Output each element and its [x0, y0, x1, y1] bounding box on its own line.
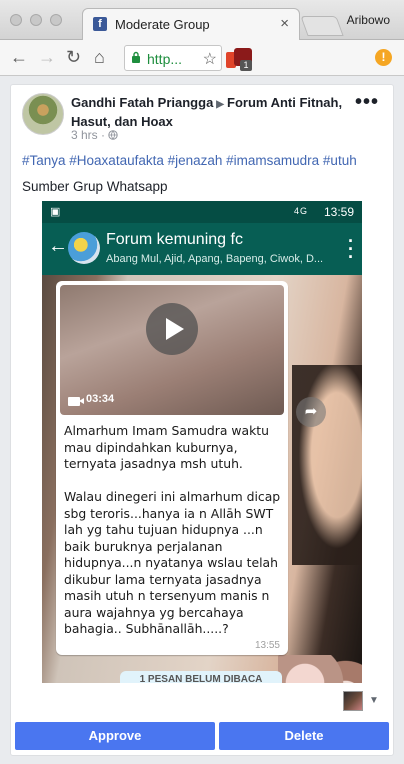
author-name[interactable]: Gandhi Fatah Priangga: [71, 95, 213, 110]
minimize-window-button[interactable]: [30, 14, 42, 26]
message-time: 13:55: [254, 640, 280, 651]
network-indicator: 4G: [293, 206, 308, 216]
unread-banner: 1 PESAN BELUM DIBACA: [120, 671, 282, 683]
extension-badge: 1: [240, 60, 252, 71]
new-tab-button[interactable]: [300, 16, 344, 36]
back-arrow-icon: ←: [48, 235, 68, 257]
group-avatar: [68, 232, 100, 264]
message-bubble: 03:34 Almarhum Imam Samudra waktu mau di…: [56, 281, 288, 655]
delete-button[interactable]: Delete: [219, 722, 389, 750]
globe-icon: [108, 130, 119, 140]
forward-arrow-icon[interactable]: →: [38, 47, 56, 67]
browser-window: f Moderate Group × Aribowo ← → ↻ ⌂ http.…: [0, 0, 404, 764]
profile-name[interactable]: Aribowo: [347, 13, 390, 27]
bookmark-star-icon[interactable]: ☆: [203, 49, 217, 69]
tab-close-icon[interactable]: ×: [280, 15, 289, 32]
alert-icon[interactable]: !: [375, 49, 392, 66]
facebook-favicon-icon: f: [93, 17, 107, 31]
kebab-menu-icon: · · ·: [348, 231, 354, 267]
video-duration: 03:34: [86, 393, 115, 405]
reload-icon[interactable]: ↻: [66, 47, 81, 67]
back-arrow-icon[interactable]: ←: [10, 47, 28, 67]
home-icon[interactable]: ⌂: [94, 47, 105, 67]
message-text: Almarhum Imam Samudra waktu mau dipindah…: [64, 423, 281, 636]
post-meta: 3 hrs ·: [71, 128, 119, 142]
title-bar: f Moderate Group × Aribowo: [0, 0, 404, 40]
tab-title: Moderate Group: [115, 17, 210, 32]
address-bar[interactable]: http... ☆: [124, 45, 222, 71]
post-text: Sumber Grup Whatsapp: [22, 179, 168, 194]
phone-status-bar: ▣ 4G 13:59: [42, 201, 362, 223]
video-camera-icon: [68, 397, 84, 406]
approve-button[interactable]: Approve: [15, 722, 215, 750]
play-icon: [146, 303, 198, 355]
post-image[interactable]: ▣ 4G 13:59 ← Forum kemuning fc Abang Mul…: [42, 201, 362, 683]
whatsapp-group-name: Forum kemuning fc: [106, 231, 243, 248]
more-options-icon[interactable]: •••: [355, 91, 379, 114]
author-avatar[interactable]: [22, 93, 64, 135]
notification-icon: ▣: [50, 206, 61, 218]
post-header: Gandhi Fatah Priangga ▶ Forum Anti Fitnah,…: [71, 94, 361, 130]
moderator-avatar[interactable]: [343, 691, 363, 711]
browser-tab[interactable]: f Moderate Group ×: [82, 8, 300, 40]
wallpaper-flower: [278, 655, 362, 683]
wallpaper-photo: [292, 365, 362, 565]
browser-toolbar: ← → ↻ ⌂ http... ☆ 1 !: [0, 40, 404, 76]
post-hashtags[interactable]: #Tanya #Hoaxataufakta #jenazah #imamsamu…: [22, 153, 392, 168]
url-text: http...: [147, 51, 183, 67]
close-window-button[interactable]: [10, 14, 22, 26]
caret-down-icon[interactable]: ▼: [369, 695, 379, 706]
whatsapp-members: Abang Mul, Ajid, Apang, Bapeng, Ciwok, D…: [106, 253, 324, 265]
video-thumbnail: 03:34: [60, 285, 284, 415]
post-time[interactable]: 3 hrs: [71, 128, 98, 142]
caret-right-icon: ▶: [216, 99, 224, 110]
post-card: Gandhi Fatah Priangga ▶ Forum Anti Fitnah,…: [10, 84, 394, 756]
whatsapp-header: ← Forum kemuning fc Abang Mul, Ajid, Apa…: [42, 223, 362, 275]
zoom-window-button[interactable]: [50, 14, 62, 26]
forward-icon: ➦: [296, 397, 326, 427]
lock-icon: [132, 51, 140, 63]
phone-clock: 13:59: [323, 205, 354, 219]
